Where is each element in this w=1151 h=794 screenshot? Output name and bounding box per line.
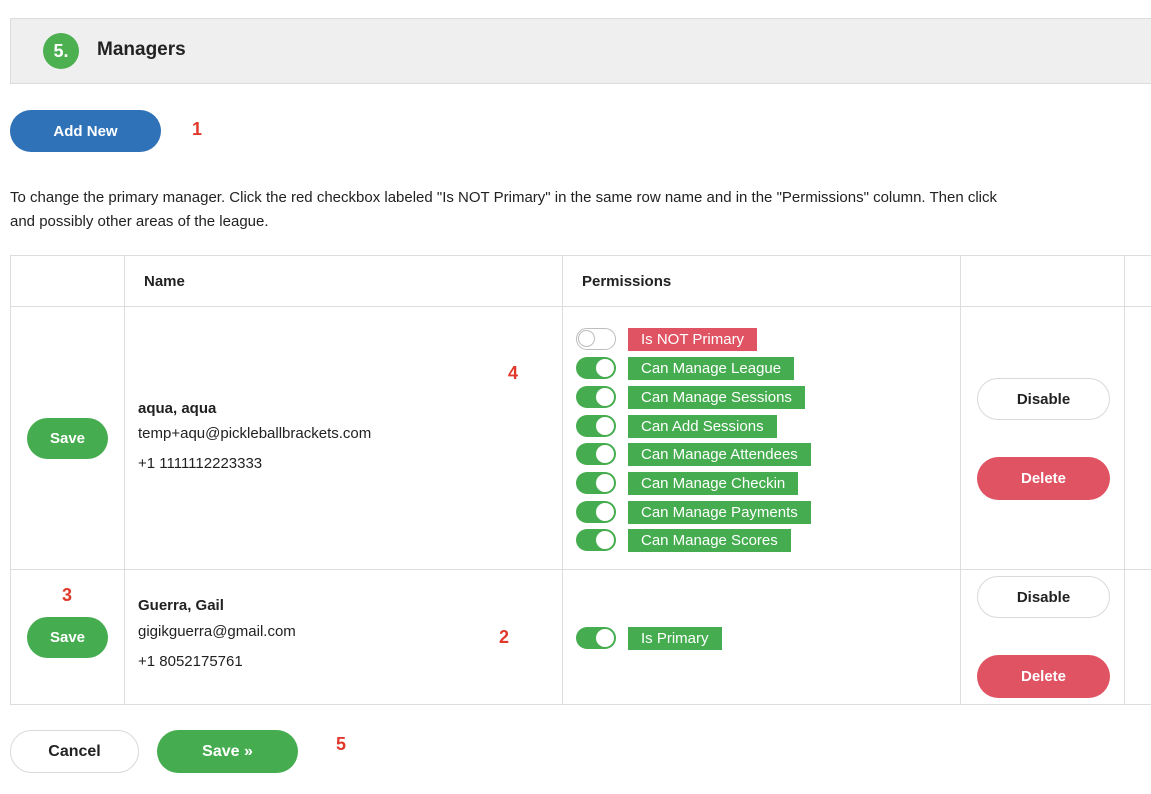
annotation-5: 5 [336, 734, 347, 754]
manager-email: gigikguerra@gmail.com [138, 623, 296, 640]
permission-can-add-sessions[interactable]: Can Add Sessions [576, 414, 777, 438]
disable-button[interactable]: Disable [977, 378, 1110, 420]
toggle-switch[interactable] [576, 472, 616, 494]
section-header: 5. Managers [10, 18, 1151, 84]
permission-can-manage-sessions[interactable]: Can Manage Sessions [576, 385, 805, 409]
toggle-switch[interactable] [576, 501, 616, 523]
manager-name: aqua, aqua [138, 400, 217, 417]
permission-label: Can Add Sessions [628, 414, 777, 438]
permission-can-manage-league[interactable]: Can Manage League [576, 356, 795, 380]
column-header-name: Name [144, 273, 185, 290]
toggle-switch[interactable] [576, 443, 616, 465]
save-continue-button[interactable]: Save » [157, 730, 298, 773]
delete-button[interactable]: Delete [977, 457, 1110, 500]
permission-can-manage-scores[interactable]: Can Manage Scores [576, 528, 791, 552]
row-save-button[interactable]: Save [27, 617, 108, 658]
annotation-4: 4 [508, 363, 519, 383]
toggle-switch[interactable] [576, 328, 616, 350]
delete-button[interactable]: Delete [977, 655, 1110, 698]
row-save-button[interactable]: Save [27, 418, 108, 459]
permission-label: Is Primary [628, 626, 722, 650]
instructions-line-2: and possibly other areas of the league. [10, 213, 269, 230]
permission-label: Can Manage Sessions [628, 385, 805, 409]
step-number-badge: 5. [43, 33, 79, 69]
instructions-line-1: To change the primary manager. Click the… [10, 189, 998, 206]
permission-can-manage-attendees[interactable]: Can Manage Attendees [576, 442, 811, 466]
instructions-text: To change the primary manager. Click the… [10, 186, 1151, 234]
section-title: Managers [97, 39, 186, 60]
permission-label: Can Manage Checkin [628, 471, 799, 495]
toggle-switch[interactable] [576, 415, 616, 437]
managers-table: Name Permissions Save aqua, aqua temp+aq… [10, 255, 1151, 705]
annotation-3: 3 [62, 585, 73, 605]
manager-phone: +1 1111112223333 [138, 455, 263, 472]
permission-can-manage-payments[interactable]: Can Manage Payments [576, 500, 811, 524]
cancel-button[interactable]: Cancel [10, 730, 139, 773]
permission-is-primary[interactable]: Is Primary [576, 626, 722, 650]
permission-label: Can Manage Payments [628, 500, 811, 524]
manager-phone: +1 8052175761 [138, 653, 243, 670]
annotation-1: 1 [192, 119, 203, 139]
permission-can-manage-checkin[interactable]: Can Manage Checkin [576, 471, 799, 495]
column-header-permissions: Permissions [582, 273, 672, 290]
manager-name: Guerra, Gail [138, 597, 224, 614]
add-new-button[interactable]: Add New [10, 110, 161, 152]
permission-label: Is NOT Primary [628, 327, 758, 351]
toggle-switch[interactable] [576, 627, 616, 649]
permission-label: Can Manage Attendees [628, 442, 811, 466]
permission-label: Can Manage League [628, 356, 795, 380]
permission-is-not-primary[interactable]: Is NOT Primary [576, 327, 758, 351]
disable-button[interactable]: Disable [977, 576, 1110, 618]
manager-email: temp+aqu@pickleballbrackets.com [138, 425, 372, 442]
annotation-2: 2 [499, 627, 510, 647]
permission-label: Can Manage Scores [628, 528, 791, 552]
toggle-switch[interactable] [576, 357, 616, 379]
toggle-switch[interactable] [576, 529, 616, 551]
toggle-switch[interactable] [576, 386, 616, 408]
